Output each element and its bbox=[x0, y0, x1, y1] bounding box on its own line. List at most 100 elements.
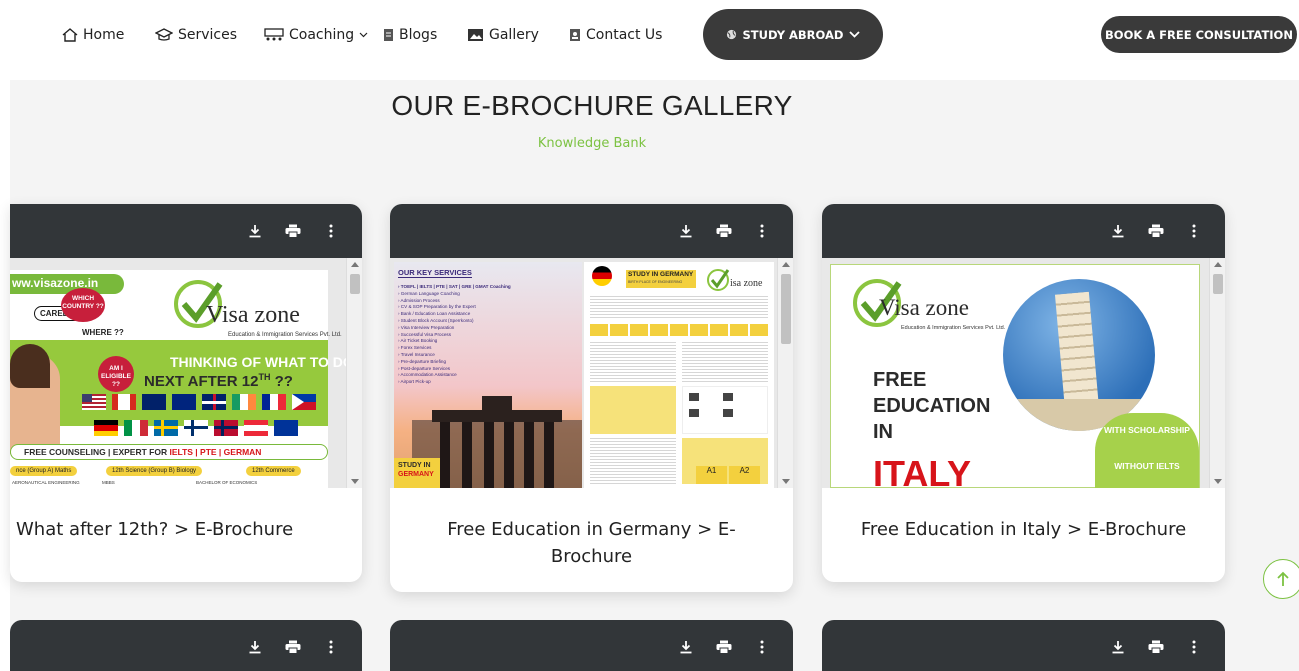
leaning-tower-image bbox=[1003, 279, 1155, 431]
back-to-top-button[interactable] bbox=[1263, 559, 1299, 599]
card-title[interactable]: Free Education in Italy > E-Brochure bbox=[822, 516, 1225, 543]
more-vertical-icon[interactable] bbox=[753, 222, 771, 240]
book-consultation-button[interactable]: BOOK A FREE CONSULTATION bbox=[1101, 16, 1297, 53]
service-item: › Visa Interview Preparation bbox=[398, 324, 455, 330]
more-vertical-icon[interactable] bbox=[1185, 638, 1203, 656]
service-item: › Airport Pick-up bbox=[398, 379, 431, 385]
download-icon[interactable] bbox=[1109, 222, 1127, 240]
stream-biology: 12th Science (Group B) Biology bbox=[106, 466, 203, 476]
germany-label: GERMANY bbox=[398, 471, 434, 478]
nav-gallery-label: Gallery bbox=[489, 27, 539, 43]
brochure-card[interactable]: ww.visazone.in Visa zone Education & Imm… bbox=[10, 204, 362, 582]
grade-grid: A1 A2 bbox=[696, 466, 760, 484]
nav-gallery[interactable]: Gallery bbox=[467, 24, 539, 46]
nav-services-label: Services bbox=[178, 27, 238, 43]
print-icon[interactable] bbox=[284, 638, 302, 656]
pdf-preview[interactable]: ww.visazone.in Visa zone Education & Imm… bbox=[10, 258, 362, 488]
brand-tagline: Education & Immigration Services Pvt. Lt… bbox=[228, 332, 342, 338]
more-vertical-icon[interactable] bbox=[322, 222, 340, 240]
globe-icon bbox=[726, 29, 736, 40]
page-subtitle: Knowledge Bank bbox=[537, 136, 647, 151]
row-label-2: MBBS bbox=[102, 480, 115, 485]
download-icon[interactable] bbox=[246, 638, 264, 656]
bubble-am-i-eligible: AM I ELIGIBLE ?? bbox=[98, 356, 134, 392]
study-in-label: STUDY IN bbox=[398, 462, 431, 469]
print-icon[interactable] bbox=[715, 638, 733, 656]
counseling-banner: FREE COUNSELING | EXPERT FOR IELTS | PTE… bbox=[24, 447, 262, 457]
preview-scrollbar[interactable] bbox=[1209, 258, 1225, 488]
pdf-preview[interactable]: Visa zone Education & Immigration Servic… bbox=[822, 258, 1225, 488]
bubble-where: WHERE ?? bbox=[82, 328, 124, 337]
brochure-page-right: STUDY IN GERMANY BIRTH PLACE OF ENGINEER… bbox=[584, 262, 774, 488]
service-item: › Accommodation Assistance bbox=[398, 372, 457, 378]
study-germany-badge: STUDY IN GERMANY bbox=[628, 271, 694, 278]
card-title[interactable]: What after 12th? > E-Brochure bbox=[16, 516, 311, 543]
contact-card-icon bbox=[570, 29, 580, 41]
download-icon[interactable] bbox=[1109, 638, 1127, 656]
pdf-viewer-toolbar bbox=[390, 204, 793, 258]
study-abroad-button[interactable]: STUDY ABROAD bbox=[703, 9, 883, 60]
more-vertical-icon[interactable] bbox=[322, 638, 340, 656]
download-icon[interactable] bbox=[246, 222, 264, 240]
visazone-logo-icon: isa zone bbox=[707, 269, 763, 291]
brochure-card-toolbar[interactable] bbox=[390, 620, 793, 671]
brochure-card-toolbar[interactable] bbox=[822, 620, 1225, 671]
flags-row bbox=[82, 394, 328, 412]
preview-scrollbar[interactable] bbox=[346, 258, 362, 488]
page-title: OUR E-BROCHURE GALLERY bbox=[391, 90, 793, 121]
nav-coaching-label: Coaching bbox=[289, 27, 355, 43]
bubble-which-country: WHICH COUNTRY ?? bbox=[61, 288, 105, 322]
nav-contact[interactable]: Contact Us bbox=[569, 24, 662, 46]
headline-2: NEXT AFTER 12TH ?? bbox=[144, 372, 293, 390]
image-icon bbox=[468, 29, 483, 41]
italy-line-4: ITALY bbox=[873, 453, 972, 488]
headline-1: THINKING OF WHAT TO DO bbox=[170, 354, 354, 370]
brand-name: Visa zone bbox=[879, 295, 969, 320]
arrow-up-icon bbox=[1277, 571, 1289, 586]
download-icon[interactable] bbox=[677, 638, 695, 656]
row-label-3: BACHELOR OF ECONOMICS bbox=[196, 480, 258, 485]
print-icon[interactable] bbox=[1147, 222, 1165, 240]
services-title: OUR KEY SERVICES bbox=[398, 268, 472, 278]
download-icon[interactable] bbox=[677, 222, 695, 240]
classroom-icon bbox=[264, 28, 284, 41]
service-item: › TOEFL | IELTS | PTE | SAT | GRE | GMAT… bbox=[398, 284, 511, 289]
brochure-page-left: OUR KEY SERVICES › TOEFL | IELTS | PTE |… bbox=[394, 262, 582, 488]
service-item: › Forex Services bbox=[398, 345, 432, 351]
card-title[interactable]: Free Education in Germany > E-Brochure bbox=[390, 516, 793, 570]
print-icon[interactable] bbox=[715, 222, 733, 240]
graduation-cap-icon bbox=[155, 28, 173, 41]
nav-coaching[interactable]: Coaching bbox=[264, 24, 368, 46]
brand-tagline: Education & Immigration Services Pvt. Lt… bbox=[901, 325, 1006, 331]
study-germany-subbadge: BIRTH PLACE OF ENGINEERING bbox=[628, 280, 683, 284]
service-item: › Bank / Education Loan Assistance bbox=[398, 311, 471, 317]
study-abroad-label: STUDY ABROAD bbox=[742, 27, 844, 42]
service-item: › Pre-departure Briefing bbox=[398, 358, 447, 364]
top-navigation: Home Services Coaching Blogs Gallery Con… bbox=[0, 0, 1299, 72]
nav-services[interactable]: Services bbox=[155, 24, 237, 46]
more-vertical-icon[interactable] bbox=[753, 638, 771, 656]
svg-text:isa zone: isa zone bbox=[730, 278, 763, 289]
preview-scrollbar[interactable] bbox=[777, 258, 793, 488]
pdf-preview[interactable]: OUR KEY SERVICES › TOEFL | IELTS | PTE |… bbox=[390, 258, 793, 488]
service-item: › Travel Insurance bbox=[398, 351, 435, 357]
nav-blogs[interactable]: Blogs bbox=[383, 24, 437, 46]
brochure-card-toolbar[interactable] bbox=[10, 620, 362, 671]
service-item: › Successful Visa Process bbox=[398, 331, 452, 337]
service-item: › Post-departure Services bbox=[398, 365, 451, 371]
nav-blogs-label: Blogs bbox=[399, 27, 438, 43]
nav-contact-label: Contact Us bbox=[586, 27, 663, 43]
service-item: › German Language Coaching bbox=[398, 290, 460, 296]
service-item: › Admission Process bbox=[398, 297, 440, 303]
service-item: › CV & SOP Preparation by the Expert bbox=[398, 304, 476, 310]
house-icon bbox=[62, 28, 78, 42]
brochure-card[interactable]: OUR KEY SERVICES › TOEFL | IELTS | PTE |… bbox=[390, 204, 793, 592]
more-vertical-icon[interactable] bbox=[1185, 222, 1203, 240]
chevron-down-icon bbox=[849, 31, 861, 38]
nav-home-label: Home bbox=[83, 27, 125, 43]
nav-home[interactable]: Home bbox=[62, 24, 124, 46]
print-icon[interactable] bbox=[1147, 638, 1165, 656]
brochure-card[interactable]: Visa zone Education & Immigration Servic… bbox=[822, 204, 1225, 582]
print-icon[interactable] bbox=[284, 222, 302, 240]
italy-line-1: FREE bbox=[873, 369, 927, 391]
